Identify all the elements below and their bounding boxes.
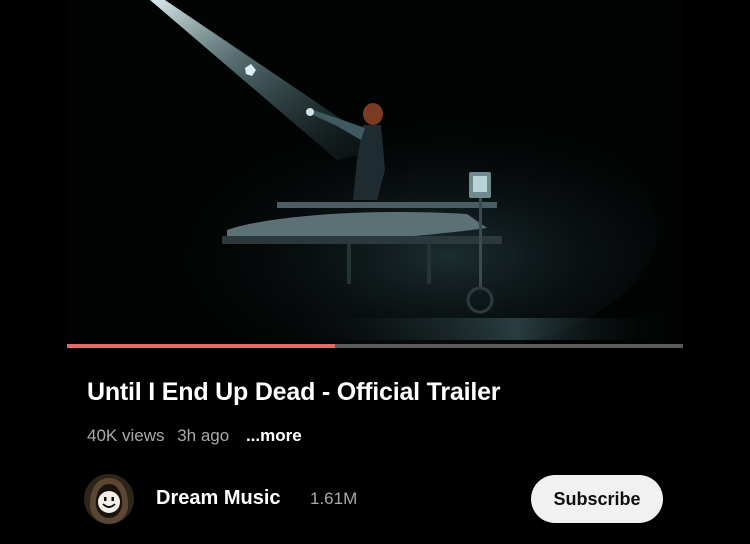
video-meta: 40K views 3h ago ...more: [87, 426, 310, 446]
video-page: Until I End Up Dead - Official Trailer 4…: [0, 0, 750, 544]
video-title: Until I End Up Dead - Official Trailer: [87, 378, 501, 406]
subscribe-button[interactable]: Subscribe: [531, 475, 663, 523]
dream-mask-icon: [84, 474, 134, 524]
progress-bar[interactable]: [67, 344, 683, 348]
more-link[interactable]: ...more: [246, 426, 302, 445]
video-player[interactable]: [67, 0, 683, 346]
progress-fill: [67, 344, 335, 348]
channel-avatar[interactable]: [84, 474, 134, 524]
subscriber-count: 1.61M: [310, 489, 358, 508]
view-count: 40K views: [87, 426, 165, 445]
channel-name[interactable]: Dream Music: [156, 487, 281, 510]
video-frame: [67, 0, 683, 346]
upload-age: 3h ago: [177, 426, 230, 445]
